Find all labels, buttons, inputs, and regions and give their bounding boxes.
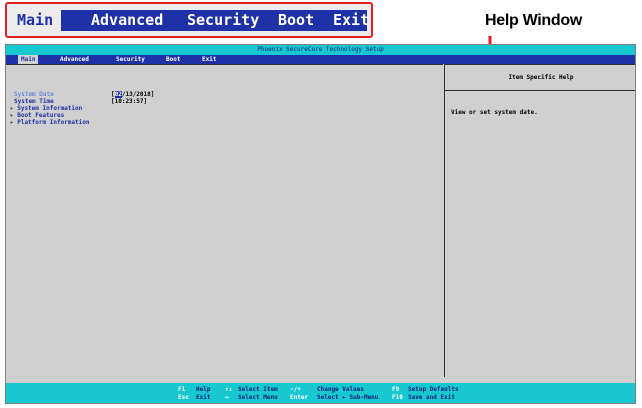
boot-features-item[interactable]: ▸ Boot Features <box>10 112 64 119</box>
callout-menu-bar: Main Advanced Security Boot Exit <box>11 10 369 31</box>
key-leftright-desc: Select Menu <box>238 394 278 401</box>
date-rest: /13/2018] <box>121 91 155 98</box>
system-date-value[interactable]: [02/13/2018] <box>111 91 154 98</box>
callout-tab-boot[interactable]: Boot <box>278 10 314 31</box>
help-window-annotation: Help Window <box>485 12 582 29</box>
key-enter: Enter <box>290 394 309 401</box>
bios-title-bar: Phoenix SecureCore Technology Setup <box>6 45 635 55</box>
system-information-item[interactable]: ▸ System Information <box>10 105 82 112</box>
date-cursor-field[interactable]: 02 <box>114 91 122 98</box>
key-f1-desc: Help <box>196 386 211 393</box>
help-pane: Item Specific Help View or set system da… <box>444 64 635 377</box>
bios-menu-bar: Main Advanced Security Boot Exit <box>6 55 635 64</box>
callout-tab-main[interactable]: Main <box>11 10 62 31</box>
tab-security[interactable]: Security <box>116 55 145 64</box>
system-information-label: ▸ System Information <box>10 105 83 112</box>
key-f10: F10 <box>392 394 403 401</box>
key-enter-desc: Select ▸ Sub-Menu <box>317 394 379 401</box>
boot-features-label: ▸ Boot Features <box>10 112 65 119</box>
status-bar: F1 Help ↑↓ Select Item -/+ Change Values… <box>6 383 635 403</box>
help-text: View or set system date. <box>451 109 538 116</box>
help-header: Item Specific Help <box>445 65 635 91</box>
tab-exit[interactable]: Exit <box>202 55 216 64</box>
tab-advanced[interactable]: Advanced <box>60 55 89 64</box>
key-updown-desc: Select Item <box>238 386 278 393</box>
bios-screen: Phoenix SecureCore Technology Setup Main… <box>5 44 636 404</box>
system-date-label: System Date <box>14 91 54 98</box>
callout-tab-security[interactable]: Security <box>187 10 259 31</box>
tab-main[interactable]: Main <box>18 55 39 64</box>
callout-tab-exit[interactable]: Exit <box>333 10 369 31</box>
platform-information-item[interactable]: ▸ Platform Information <box>10 119 89 126</box>
key-esc-desc: Exit <box>196 394 211 401</box>
system-date-row[interactable]: System Date <box>14 91 54 98</box>
tab-boot[interactable]: Boot <box>166 55 180 64</box>
key-updown: ↑↓ <box>225 386 233 393</box>
settings-pane: System Date [02/13/2018] System Time [10… <box>6 64 443 377</box>
menu-callout: Main Advanced Security Boot Exit <box>5 2 373 38</box>
key-plusminus-desc: Change Values <box>317 386 364 393</box>
platform-information-label: ▸ Platform Information <box>10 119 90 126</box>
key-f9-desc: Setup Defaults <box>408 386 459 393</box>
callout-tab-advanced[interactable]: Advanced <box>91 10 163 31</box>
key-f1: F1 <box>178 386 186 393</box>
system-time-value[interactable]: [10:23:57] <box>111 98 147 105</box>
system-time-label: System Time <box>14 98 54 105</box>
key-plusminus: -/+ <box>290 386 301 393</box>
key-leftright: ↔ <box>225 394 229 401</box>
key-esc: Esc <box>178 394 189 401</box>
system-time-row[interactable]: System Time <box>14 98 54 105</box>
key-f10-desc: Save and Exit <box>408 394 455 401</box>
key-f9: F9 <box>392 386 400 393</box>
